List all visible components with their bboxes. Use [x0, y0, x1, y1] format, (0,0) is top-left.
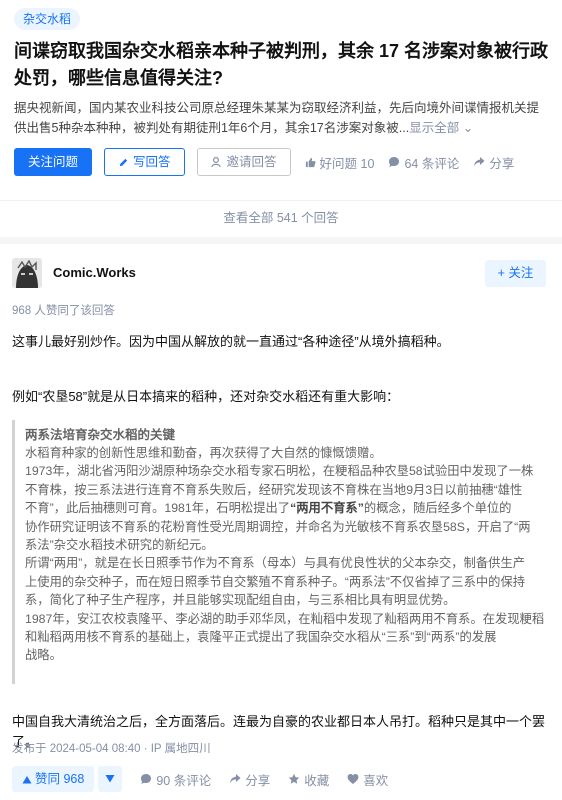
show-all-link[interactable]: 显示全部 ⌄ — [409, 121, 473, 135]
quote-line: 所谓“两用”，就是在长日照季节作为不育系（母本）与具有优良性状的父本杂交，制备供… — [25, 556, 526, 571]
quote-line: 不育株，按三系法进行连育不育系失败后，经研究发现该不育株在当地9月3日以前抽穗“… — [25, 482, 523, 497]
quote-text: 的概念，随后经多个单位的 — [363, 501, 512, 516]
invite-answer-label: 邀请回答 — [226, 155, 277, 169]
quote-text: 不育”，此后抽穗则可育。1981年，石明松提出了 — [25, 501, 291, 516]
thumb-up-icon — [305, 157, 316, 168]
author-name[interactable]: Comic.Works — [53, 265, 136, 280]
write-answer-label: 写回答 — [133, 155, 171, 169]
blockquote: 两系法培育杂交水稻的关键 水稻育种家的创新性思维和勤奋，再次获得了大自然的慷慨馈… — [12, 420, 552, 684]
chevron-down-icon: ⌄ — [462, 121, 474, 135]
upvote-button[interactable]: 赞同 968 — [12, 766, 95, 792]
quote-line: 不育”，此后抽穗则可育。1981年，石明松提出了“两用不育系”的概念，随后经多个… — [25, 499, 552, 517]
quote-line: 上使用的杂交种子，而在短日照季节自交繁殖不育系种子。“两系法”不仅省掉了三系中的… — [25, 574, 526, 589]
triangle-down-icon — [98, 766, 122, 792]
good-question-label: 好问题 10 — [319, 156, 375, 171]
quote-line: 和籼稻两用核不育系的基础上，袁隆平正式提出了我国杂交水稻从“三系”到“两系”的发… — [25, 630, 497, 645]
topic-tag[interactable]: 杂交水稻 — [14, 8, 81, 30]
answer-paragraph-1: 这事儿最好别炒作。因为中国从解放的就一直通过“各种途径”从境外搞稻种。 — [12, 334, 450, 349]
upvote-label: 赞同 968 — [35, 772, 85, 786]
quote-line: 1987年，安江农校袁隆平、李必湖的助手邓华凤，在籼稻中发现了籼稻两用不育系。在… — [25, 611, 545, 626]
like-label: 喜欢 — [363, 773, 389, 788]
question-action-bar: 关注问题 写回答 邀请回答 好问题 10 64 条评论 分享 — [14, 148, 554, 176]
quote-emphasis: “两用不育系” — [290, 501, 364, 516]
answer-comments-label: 90 条评论 — [156, 773, 212, 788]
avatar[interactable] — [12, 258, 42, 288]
quote-line: 系，简化了种子生产程序，并且能够实现配组自由，与三系相比具有明显优势。 — [25, 593, 456, 608]
answer-card: Comic.Works + 关注 968 人赞同了该回答 这事儿最好别炒作。因为… — [0, 244, 562, 800]
quote-line: 协作研究证明该不育系的花粉育性受光周期调控，并命名为光敏核不育系农垦58S，开启… — [25, 519, 531, 534]
question-title[interactable]: 间谍窃取我国杂交水稻亲本种子被判刑，其余 17 名涉案对象被行政处罚，哪些信息值… — [14, 38, 554, 92]
answer-share-button[interactable]: 分享 — [229, 770, 270, 789]
question-comments-label: 64 条评论 — [404, 156, 460, 171]
quote-line: 1973年，湖北省沔阳沙湖原种场杂交水稻专家石明松，在粳稻品种农垦58试验田中发… — [25, 464, 534, 479]
question-share-button[interactable]: 分享 — [473, 153, 514, 172]
comment-icon — [140, 773, 152, 785]
quote-heading: 两系法培育杂交水稻的关键 — [25, 428, 176, 442]
follow-question-button[interactable]: 关注问题 — [14, 148, 93, 176]
question-card: 杂交水稻 间谍窃取我国杂交水稻亲本种子被判刑，其余 17 名涉案对象被行政处罚，… — [0, 0, 562, 237]
answer-action-bar: 赞同 968 90 条评论 分享 收藏 喜欢 — [12, 766, 552, 792]
question-share-label: 分享 — [489, 156, 515, 171]
share-icon — [229, 773, 241, 785]
collect-label: 收藏 — [304, 773, 330, 788]
answer-share-label: 分享 — [245, 773, 271, 788]
follow-author-button[interactable]: + 关注 — [485, 260, 546, 287]
good-question-button[interactable]: 好问题 10 — [305, 153, 375, 172]
answer-comments-button[interactable]: 90 条评论 — [140, 770, 211, 789]
invite-answer-button[interactable]: 邀请回答 — [196, 148, 291, 176]
person-add-icon — [210, 156, 223, 168]
question-excerpt[interactable]: 据央视新闻，国内某农业科技公司原总经理朱某某为窃取经济利益，先后向境外间谍情报机… — [14, 98, 550, 138]
heart-icon — [347, 773, 359, 785]
pencil-icon — [118, 157, 129, 168]
comment-icon — [388, 156, 400, 168]
write-answer-button[interactable]: 写回答 — [104, 148, 185, 176]
triangle-up-icon — [22, 775, 32, 784]
share-icon — [473, 156, 485, 168]
quote-line: 战略。 — [25, 648, 62, 663]
published-time[interactable]: 发布于 2024-05-04 08:40 · IP 属地四川 — [12, 740, 211, 756]
question-comments-button[interactable]: 64 条评论 — [388, 153, 459, 172]
quote-line: 系法”杂交水稻技术研究的新纪元。 — [25, 538, 214, 553]
downvote-button[interactable] — [98, 766, 123, 792]
answer-paragraph-2: 例如“农垦58”就是从日本搞来的稻种，还对杂交水稻还有重大影响： — [12, 389, 400, 404]
like-button[interactable]: 喜欢 — [347, 770, 388, 789]
show-all-label: 显示全部 — [409, 121, 460, 135]
quote-line: 水稻育种家的创新性思维和勤奋，再次获得了大自然的慷慨馈赠。 — [25, 446, 382, 460]
view-all-answers-link[interactable]: 查看全部 541 个回答 — [0, 200, 562, 237]
star-icon — [288, 773, 300, 785]
agree-count-line: 968 人赞同了该回答 — [12, 305, 115, 317]
collect-button[interactable]: 收藏 — [288, 770, 329, 789]
